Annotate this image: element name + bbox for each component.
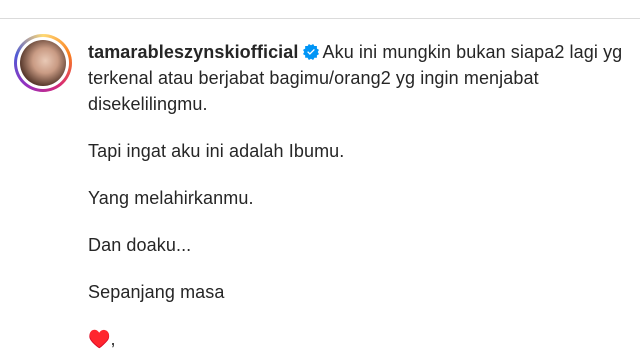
caption-line-2: Yang melahirkanmu. bbox=[88, 188, 254, 208]
top-divider bbox=[0, 18, 640, 19]
verified-badge-icon bbox=[302, 44, 319, 60]
caption-line-1: Tapi ingat aku ini adalah Ibumu. bbox=[88, 141, 345, 161]
story-ring[interactable] bbox=[14, 34, 72, 92]
caption-line-3: Dan doaku... bbox=[88, 235, 192, 255]
username-link[interactable]: tamarableszynskiofficial bbox=[88, 42, 299, 62]
avatar[interactable] bbox=[20, 40, 66, 86]
avatar-gap bbox=[17, 37, 69, 89]
caption-heart-line: ♥️, bbox=[88, 329, 116, 349]
caption-text: tamarableszynskiofficial Aku ini mungkin … bbox=[88, 39, 638, 352]
caption-line-4: Sepanjang masa bbox=[88, 282, 225, 302]
caption-paragraph-1: tamarableszynskiofficial Aku ini mungkin … bbox=[88, 39, 638, 117]
